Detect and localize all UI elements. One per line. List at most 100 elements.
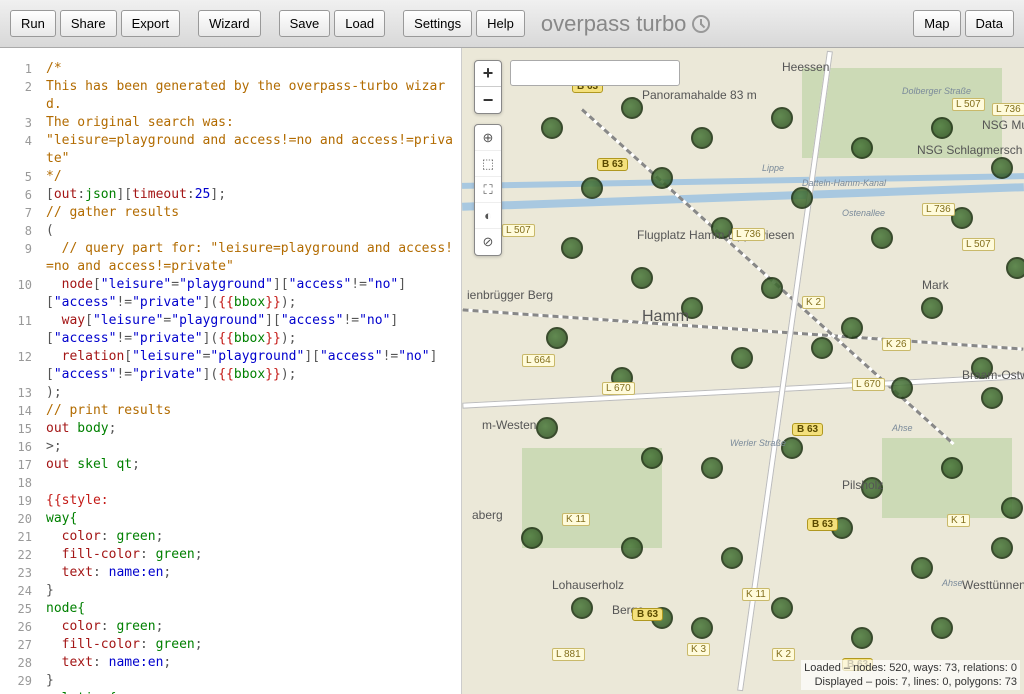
poi-marker[interactable] bbox=[581, 177, 603, 199]
city-label: Hamm bbox=[642, 308, 689, 326]
poi-marker[interactable] bbox=[541, 117, 563, 139]
zoom-in-button[interactable]: + bbox=[475, 61, 501, 87]
poi-marker[interactable] bbox=[1001, 497, 1023, 519]
bbox-button[interactable]: ⬚ bbox=[475, 151, 501, 177]
road-label: K 2 bbox=[772, 648, 795, 661]
toggle-data-button[interactable]: ◐ bbox=[475, 203, 501, 229]
place-label: Braam-Ostwennemar bbox=[962, 368, 1024, 382]
poi-marker[interactable] bbox=[851, 627, 873, 649]
poi-marker[interactable] bbox=[721, 547, 743, 569]
code-editor[interactable]: 12 34 56789 10 11 12 1314151617181920212… bbox=[0, 48, 462, 694]
poi-marker[interactable] bbox=[991, 157, 1013, 179]
place-label: Panoramahalde 83 m bbox=[642, 88, 757, 102]
poi-marker[interactable] bbox=[761, 277, 783, 299]
road-label: L 507 bbox=[952, 98, 985, 111]
poi-marker[interactable] bbox=[811, 337, 833, 359]
share-button[interactable]: Share bbox=[60, 10, 117, 37]
poi-marker[interactable] bbox=[941, 457, 963, 479]
street-label: Datteln-Hamm-Kanal bbox=[802, 178, 886, 188]
poi-marker[interactable] bbox=[931, 117, 953, 139]
fullscreen-button[interactable]: ⛶ bbox=[475, 177, 501, 203]
highway-label: B 63 bbox=[632, 608, 663, 621]
road-label: L 736 bbox=[922, 203, 955, 216]
highway-label: B 63 bbox=[807, 518, 838, 531]
poi-marker[interactable] bbox=[851, 137, 873, 159]
poi-marker[interactable] bbox=[921, 297, 943, 319]
map-search-input[interactable] bbox=[510, 60, 680, 86]
export-button[interactable]: Export bbox=[121, 10, 181, 37]
brand: overpass turbo bbox=[541, 11, 711, 37]
zoom-control: + − bbox=[474, 60, 502, 114]
map-view[interactable]: Heessen Panoramahalde 83 m Flugplatz Hamm … bbox=[462, 48, 1024, 694]
road-label: L 881 bbox=[552, 648, 585, 661]
street-label: Ahse bbox=[942, 578, 963, 588]
status-loaded: Loaded – nodes: 520, ways: 73, relations… bbox=[804, 661, 1017, 675]
road-label: K 1 bbox=[947, 514, 970, 527]
poi-marker[interactable] bbox=[1006, 257, 1024, 279]
poi-marker[interactable] bbox=[691, 127, 713, 149]
place-label: aberg bbox=[472, 508, 503, 522]
brand-label: overpass turbo bbox=[541, 11, 687, 37]
poi-marker[interactable] bbox=[651, 167, 673, 189]
poi-marker[interactable] bbox=[701, 457, 723, 479]
street-label: Dolberger Straße bbox=[902, 86, 971, 96]
save-button[interactable]: Save bbox=[279, 10, 331, 37]
run-button[interactable]: Run bbox=[10, 10, 56, 37]
poi-marker[interactable] bbox=[731, 347, 753, 369]
place-label: Mark bbox=[922, 278, 949, 292]
poi-marker[interactable] bbox=[871, 227, 893, 249]
street-label: Ostenallee bbox=[842, 208, 885, 218]
street-label: Werler Straße bbox=[730, 438, 786, 448]
road-label: L 670 bbox=[852, 378, 885, 391]
road-label: K 11 bbox=[742, 588, 770, 601]
locate-button[interactable]: ⊕ bbox=[475, 125, 501, 151]
highway-label: B 63 bbox=[597, 158, 628, 171]
poi-marker[interactable] bbox=[911, 557, 933, 579]
place-label: Westtünnen bbox=[962, 578, 1024, 592]
poi-marker[interactable] bbox=[571, 597, 593, 619]
road-label: L 736 bbox=[992, 103, 1024, 116]
road-label: L 664 bbox=[522, 354, 555, 367]
road-label: K 2 bbox=[802, 296, 825, 309]
load-button[interactable]: Load bbox=[334, 10, 385, 37]
status-displayed: Displayed – pois: 7, lines: 0, polygons:… bbox=[804, 675, 1017, 689]
place-label: NSG Muel bbox=[982, 118, 1024, 132]
poi-marker[interactable] bbox=[621, 97, 643, 119]
poi-marker[interactable] bbox=[771, 107, 793, 129]
place-label: Lohauserholz bbox=[552, 578, 624, 592]
poi-marker[interactable] bbox=[641, 447, 663, 469]
place-label: Heessen bbox=[782, 60, 829, 74]
poi-marker[interactable] bbox=[621, 537, 643, 559]
poi-marker[interactable] bbox=[991, 537, 1013, 559]
poi-marker[interactable] bbox=[841, 317, 863, 339]
road-label: L 507 bbox=[962, 238, 995, 251]
tab-data[interactable]: Data bbox=[965, 10, 1014, 37]
tab-map[interactable]: Map bbox=[913, 10, 960, 37]
clear-button[interactable]: ⊘ bbox=[475, 229, 501, 255]
place-label: NSG Schlagmersch bbox=[917, 143, 1022, 157]
help-button[interactable]: Help bbox=[476, 10, 525, 37]
poi-marker[interactable] bbox=[791, 187, 813, 209]
highway-label: B 63 bbox=[792, 423, 823, 436]
place-label: m-Westen bbox=[482, 418, 536, 432]
poi-marker[interactable] bbox=[691, 617, 713, 639]
code-area[interactable]: /* This has been generated by the overpa… bbox=[40, 48, 461, 694]
wizard-button[interactable]: Wizard bbox=[198, 10, 260, 37]
poi-marker[interactable] bbox=[981, 387, 1003, 409]
zoom-out-button[interactable]: − bbox=[475, 87, 501, 113]
road-label: L 670 bbox=[602, 382, 635, 395]
place-label: Flugplatz Hamm Lippewiesen bbox=[637, 228, 794, 242]
poi-marker[interactable] bbox=[631, 267, 653, 289]
settings-button[interactable]: Settings bbox=[403, 10, 472, 37]
poi-marker[interactable] bbox=[931, 617, 953, 639]
poi-marker[interactable] bbox=[771, 597, 793, 619]
poi-marker[interactable] bbox=[536, 417, 558, 439]
poi-marker[interactable] bbox=[546, 327, 568, 349]
poi-marker[interactable] bbox=[891, 377, 913, 399]
place-label: Pilsholz bbox=[842, 478, 883, 492]
map-canvas[interactable]: Heessen Panoramahalde 83 m Flugplatz Hamm … bbox=[462, 48, 1024, 694]
street-label: Lippe bbox=[762, 163, 784, 173]
poi-marker[interactable] bbox=[561, 237, 583, 259]
toolbar: Run Share Export Wizard Save Load Settin… bbox=[0, 0, 1024, 48]
poi-marker[interactable] bbox=[521, 527, 543, 549]
